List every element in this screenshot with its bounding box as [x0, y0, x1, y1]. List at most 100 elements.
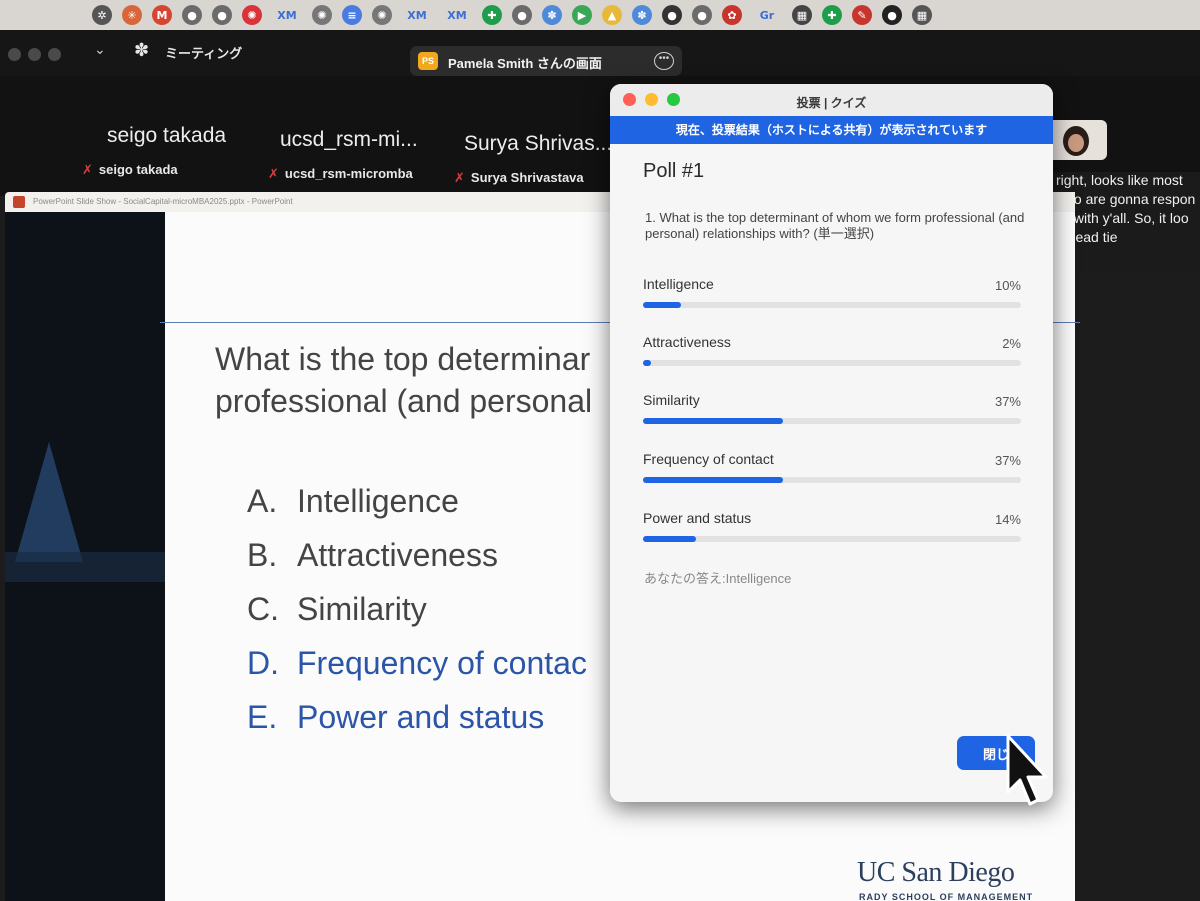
- globe-icon[interactable]: ●: [692, 5, 712, 25]
- bookmark-link[interactable]: XM: [272, 5, 302, 25]
- poll-result-track: [643, 418, 1021, 424]
- powerpoint-icon: [13, 196, 25, 208]
- window-close-dot[interactable]: [8, 48, 21, 61]
- meeting-label[interactable]: ミーティング: [165, 43, 242, 62]
- poll-result-bar: [643, 418, 783, 424]
- chat-line: right, looks like most: [1056, 172, 1183, 188]
- bookmark-link[interactable]: Gr: [752, 5, 782, 25]
- poll-option-label: Intelligence: [643, 276, 714, 292]
- gear-icon[interactable]: ✽: [632, 5, 652, 25]
- poll-option-percent: 37%: [994, 394, 1021, 409]
- poll-option: Similarity 37%: [643, 392, 1021, 442]
- powerpoint-window-title: PowerPoint Slide Show - SocialCapital-mi…: [33, 197, 293, 206]
- results-shared-banner: 現在、投票結果（ホストによる共有）が表示されています: [610, 116, 1053, 144]
- gmail-icon[interactable]: M: [152, 5, 172, 25]
- screen-share-indicator[interactable]: PS Pamela Smith さんの画面 •••: [410, 46, 682, 76]
- gear-icon[interactable]: ✽: [542, 5, 562, 25]
- background-band: [5, 552, 165, 582]
- docs-icon[interactable]: ≡: [342, 5, 362, 25]
- slide-question: What is the top determinar professional …: [215, 338, 592, 422]
- bookmark-link[interactable]: XM: [402, 5, 432, 25]
- poll-option-label: Frequency of contact: [643, 451, 774, 467]
- mouse-cursor-icon: [1006, 734, 1048, 806]
- mic-muted-icon: ✗: [268, 167, 279, 182]
- participant-tile-name: Surya Shrivas...: [464, 132, 613, 155]
- red-icon[interactable]: ✿: [722, 5, 742, 25]
- slide-option: D. Frequency of contac: [247, 645, 587, 681]
- dark-icon[interactable]: ●: [662, 5, 682, 25]
- poll-result-track: [643, 477, 1021, 483]
- ucsd-logo: UC San Diego: [857, 857, 1015, 888]
- chevron-down-icon[interactable]: ⌄: [94, 42, 106, 58]
- people-icon[interactable]: ✽: [134, 40, 149, 61]
- poll-result-bar: [643, 477, 783, 483]
- poll-option-percent: 10%: [994, 278, 1021, 293]
- window-zoom-dot[interactable]: [48, 48, 61, 61]
- sheets-icon[interactable]: ✚: [482, 5, 502, 25]
- slide-option: B. Attractiveness: [247, 537, 498, 573]
- mic-muted-icon: ✗: [82, 163, 93, 178]
- participant-video-thumbnail[interactable]: [1045, 120, 1107, 160]
- your-answer-text: あなたの答え:Intelligence: [644, 571, 792, 586]
- claude-icon[interactable]: ✳: [122, 5, 142, 25]
- school-icon[interactable]: ▦: [912, 5, 932, 25]
- poll-dialog: 投票 | クイズ 現在、投票結果（ホストによる共有）が表示されています Poll…: [610, 84, 1053, 802]
- poll-option-percent: 37%: [994, 453, 1021, 468]
- github-icon[interactable]: ●: [882, 5, 902, 25]
- sheets-icon[interactable]: ✚: [822, 5, 842, 25]
- poll-option: Frequency of contact 37%: [643, 451, 1021, 501]
- slide-option: C. Similarity: [247, 591, 427, 627]
- poll-result-track: [643, 302, 1021, 308]
- screen-share-title: Pamela Smith さんの画面: [448, 56, 602, 71]
- participant-tile-name: ucsd_rsm-mi...: [280, 128, 418, 151]
- dot-icon[interactable]: ✺: [372, 5, 392, 25]
- grid-icon[interactable]: ▦: [792, 5, 812, 25]
- ball-icon[interactable]: ✺: [242, 5, 262, 25]
- poll-option: Intelligence 10%: [643, 276, 1021, 326]
- play-icon[interactable]: ▶: [572, 5, 592, 25]
- poll-result-track: [643, 360, 1021, 366]
- dot-icon[interactable]: ✺: [312, 5, 332, 25]
- poll-option: Attractiveness 2%: [643, 334, 1021, 384]
- presenter-avatar: PS: [418, 52, 438, 70]
- background-star-shape: [15, 442, 83, 562]
- poll-question: 1. What is the top determinant of whom w…: [645, 210, 1025, 241]
- slide-option-list: A. Intelligence B. Attractiveness C. Simila…: [247, 474, 587, 744]
- ucsd-logo-subtitle: RADY SCHOOL OF MANAGEMENT: [859, 892, 1034, 901]
- openai-icon[interactable]: ✲: [92, 5, 112, 25]
- bookmark-link[interactable]: XM: [442, 5, 472, 25]
- poll-result-bar: [643, 536, 696, 542]
- participant-label: ✗ Surya Shrivastava: [454, 170, 584, 186]
- poll-result-bar: [643, 360, 651, 366]
- bookmark-bar: ✲ ✳ M ● ● ✺ XM ✺ ≡ ✺ XM XM ✚ ● ✽ ▶ ▲ ✽ ● ● ✿ Gr ▦ ✚ ✎ ● ▦: [0, 0, 1200, 30]
- poll-option-label: Attractiveness: [643, 334, 731, 350]
- video-person-face: [1068, 134, 1084, 152]
- poll-option-percent: 2%: [1002, 336, 1021, 351]
- window-minimize-dot[interactable]: [28, 48, 41, 61]
- participant-label: ✗ ucsd_rsm-micromba: [268, 166, 413, 182]
- participant-label: ✗ seigo takada: [82, 162, 178, 178]
- mic-muted-icon: ✗: [454, 171, 465, 186]
- slide-option: A. Intelligence: [247, 483, 459, 519]
- poll-heading: Poll #1: [643, 160, 705, 182]
- slide-question-line: What is the top determinar: [215, 341, 591, 377]
- poll-option-label: Power and status: [643, 510, 752, 526]
- globe-icon[interactable]: ●: [182, 5, 202, 25]
- participant-tile-name: seigo takada: [107, 124, 227, 147]
- poll-option-percent: 14%: [994, 512, 1021, 527]
- poll-option-label: Similarity: [643, 392, 700, 408]
- slide-option: E. Power and status: [247, 699, 545, 735]
- poll-window-title: 投票 | クイズ: [796, 96, 867, 110]
- slide-dark-margin: [5, 212, 165, 901]
- globe-icon[interactable]: ●: [212, 5, 232, 25]
- poll-option: Power and status 14%: [643, 510, 1021, 560]
- poll-result-bar: [643, 302, 681, 308]
- globe-icon[interactable]: ●: [512, 5, 532, 25]
- poll-titlebar: 投票 | クイズ: [610, 84, 1053, 116]
- poll-result-track: [643, 536, 1021, 542]
- slide-question-line: professional (and personal: [215, 383, 593, 419]
- zoom-toolbar: ⌄ ✽ ミーティング PS Pamela Smith さんの画面 •••: [0, 30, 1200, 76]
- tool-icon[interactable]: ✎: [852, 5, 872, 25]
- drive-icon[interactable]: ▲: [602, 5, 622, 25]
- more-options-icon[interactable]: •••: [654, 52, 674, 70]
